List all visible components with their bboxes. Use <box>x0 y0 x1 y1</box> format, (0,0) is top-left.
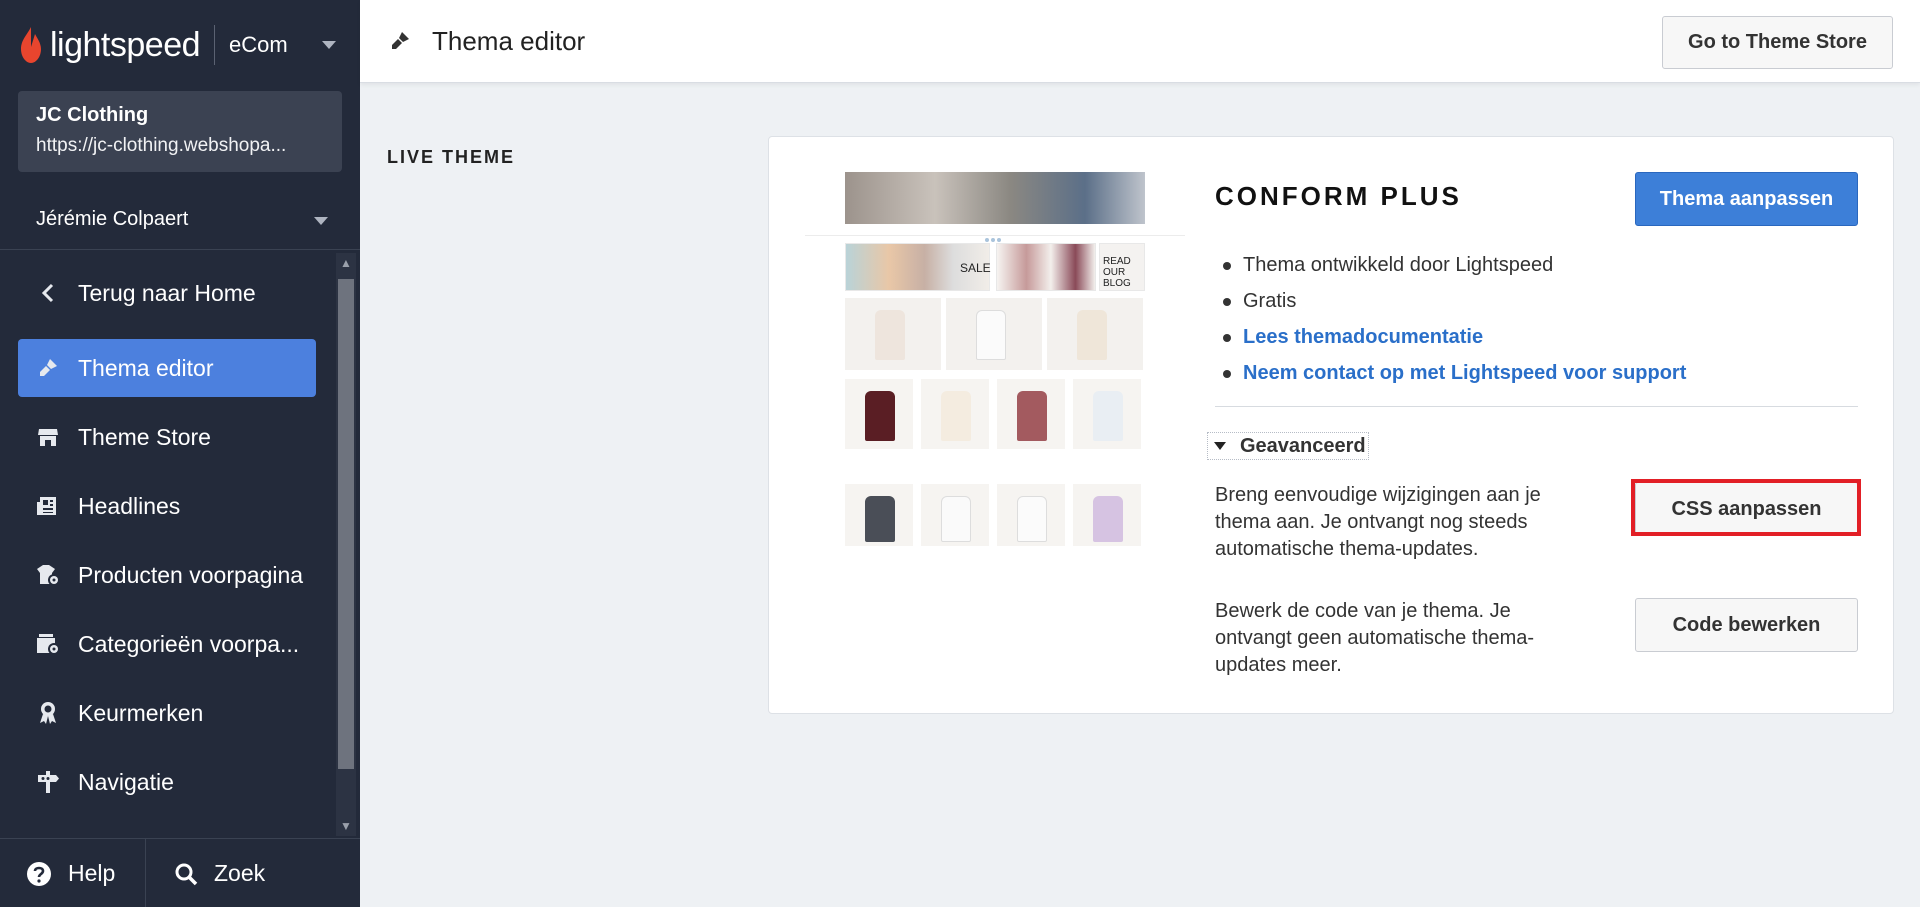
scrollbar-thumb[interactable] <box>338 279 354 769</box>
paintbrush-icon <box>40 359 57 376</box>
advanced-toggle[interactable]: Geavanceerd <box>1207 432 1369 460</box>
theme-docs-link[interactable]: Lees themadocumentatie <box>1243 326 1483 348</box>
search-label: Zoek <box>214 860 266 886</box>
nav-item-producten-voorpagina[interactable]: Producten voorpagina <box>18 546 316 604</box>
sidebar-bottom-bar: Help Zoek <box>0 838 360 907</box>
advanced-label: Geavanceerd <box>1240 434 1366 457</box>
nav-item-categorieen-voorpagina[interactable]: Categorieën voorpa... <box>18 615 316 673</box>
help-label: Help <box>68 860 116 886</box>
user-menu[interactable]: Jérémie Colpaert <box>0 190 360 250</box>
nav-item-label: Thema editor <box>78 354 214 381</box>
chevron-left-icon <box>41 283 54 303</box>
sidebar-scrollbar[interactable]: ▲ ▼ <box>336 253 356 836</box>
code-edit-button[interactable]: Code bewerken <box>1635 598 1858 652</box>
shop-name: JC Clothing <box>36 104 149 126</box>
search-button[interactable]: Zoek <box>146 839 265 907</box>
list-item: Gratis <box>1215 283 1686 319</box>
code-description: Bewerk de code van je thema. Je ontvangt… <box>1215 600 1535 676</box>
preview-sale-text: SALE <box>960 261 991 275</box>
nav-item-theme-store[interactable]: Theme Store <box>18 408 316 466</box>
sidebar: lightspeed eCom JC Clothing https://jc-c… <box>0 0 360 907</box>
nav-item-label: Terug naar Home <box>78 279 256 306</box>
css-edit-button[interactable]: CSS aanpassen <box>1635 482 1858 536</box>
preview-blog-text: READ OUR BLOG <box>1103 256 1131 289</box>
shop-url: https://jc-clothing.webshopa... <box>36 135 287 156</box>
shop-switcher[interactable]: JC Clothing https://jc-clothing.webshopa… <box>18 91 342 172</box>
products-settings-icon <box>37 565 60 586</box>
caret-down-icon[interactable] <box>314 217 328 225</box>
list-item: Thema ontwikkeld door Lightspeed <box>1215 247 1686 283</box>
sidebar-nav: Terug naar Home Thema editor Theme Store… <box>0 251 336 836</box>
list-item: Lees themadocumentatie <box>1215 319 1686 355</box>
logo-text: lightspeed <box>50 25 201 64</box>
brand-separator <box>214 25 216 65</box>
nav-item-keurmerken[interactable]: Keurmerken <box>18 684 316 742</box>
nav-item-label: Keurmerken <box>78 699 204 726</box>
scroll-down-arrow-icon[interactable]: ▼ <box>340 820 352 832</box>
list-item: Neem contact op met Lightspeed voor supp… <box>1215 355 1686 391</box>
categories-settings-icon <box>37 634 60 655</box>
newspaper-icon <box>37 497 56 515</box>
store-icon <box>38 429 58 446</box>
nav-item-navigatie[interactable]: Navigatie <box>18 753 316 811</box>
help-icon <box>27 861 51 886</box>
theme-name: CONFORM PLUS <box>1215 181 1462 211</box>
support-contact-link[interactable]: Neem contact op met Lightspeed voor supp… <box>1243 362 1686 384</box>
brand-header: lightspeed eCom <box>0 0 360 90</box>
theme-card: SALE READ OUR BLOG CONFORM PLUS Thema aa… <box>768 136 1894 714</box>
badge-icon <box>40 702 56 724</box>
nav-item-label: Categorieën voorpa... <box>78 630 300 657</box>
caret-down-icon[interactable] <box>322 41 336 49</box>
lightspeed-flame-icon <box>21 27 41 63</box>
page-title: Thema editor <box>432 25 586 56</box>
nav-item-label: Producten voorpagina <box>78 561 304 588</box>
customize-theme-button[interactable]: Thema aanpassen <box>1635 172 1858 226</box>
nav-item-theme-editor[interactable]: Thema editor <box>18 339 316 397</box>
nav-item-headlines[interactable]: Headlines <box>18 477 316 535</box>
go-to-theme-store-button[interactable]: Go to Theme Store <box>1662 16 1893 69</box>
user-name: Jérémie Colpaert <box>36 208 189 230</box>
theme-info-list: Thema ontwikkeld door Lightspeed Gratis … <box>1215 247 1686 391</box>
css-description: Breng eenvoudige wijzigingen aan je them… <box>1215 484 1541 560</box>
nav-item-home[interactable]: Terug naar Home <box>18 264 316 322</box>
live-theme-label: LIVE THEME <box>387 147 516 167</box>
product-selector-label[interactable]: eCom <box>229 32 288 58</box>
theme-preview-image: SALE READ OUR BLOG <box>805 172 1185 552</box>
signpost-icon <box>38 771 59 793</box>
theme-author-text: Thema ontwikkeld door Lightspeed <box>1243 254 1554 276</box>
nav-item-label: Theme Store <box>78 423 211 450</box>
nav-item-label: Headlines <box>78 492 181 519</box>
theme-price-text: Gratis <box>1243 290 1297 312</box>
caret-down-icon <box>1214 442 1226 450</box>
search-icon <box>175 863 198 885</box>
divider <box>1215 406 1858 407</box>
help-button[interactable]: Help <box>0 839 146 907</box>
scroll-up-arrow-icon[interactable]: ▲ <box>340 257 352 269</box>
top-bar: Thema editor Go to Theme Store <box>360 0 1920 83</box>
nav-item-label: Navigatie <box>78 768 174 795</box>
paintbrush-icon <box>392 32 409 49</box>
